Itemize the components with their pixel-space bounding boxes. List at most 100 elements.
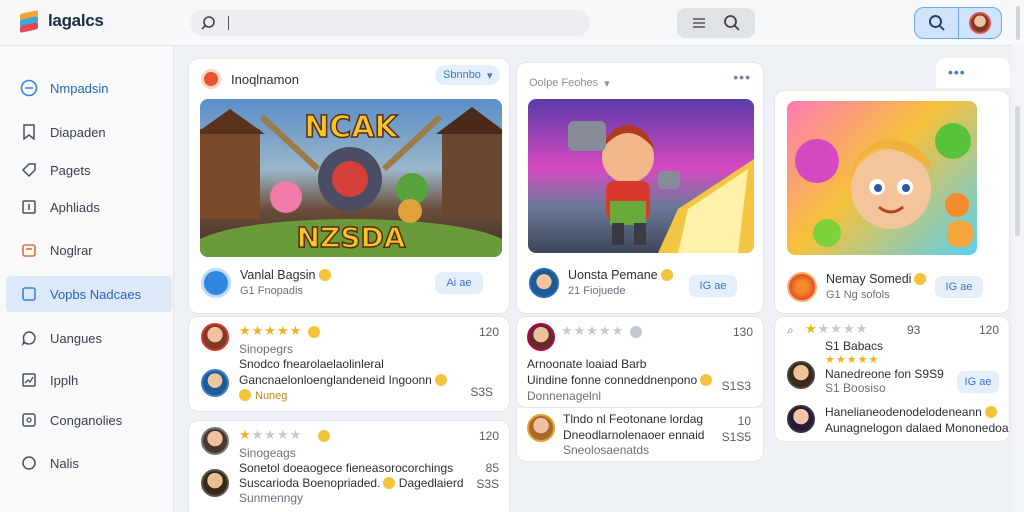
review-card[interactable]: ⌕ ★★★★★ 93 120 S1 Babacs ★★★★★ Nanedreon…: [774, 316, 1010, 442]
review-text: Nanedreone fon S9S9: [825, 367, 944, 381]
game-banner-image[interactable]: [787, 101, 977, 255]
scrollbar[interactable]: [1012, 0, 1024, 46]
review-count: 120: [478, 429, 499, 443]
review-tag: Nuneg: [239, 389, 287, 402]
sidebar-item-label: Aphliads: [50, 199, 100, 215]
review-side-count: 85: [485, 461, 499, 475]
review-author: S1 Babacs: [825, 339, 884, 353]
toolbar-group: [677, 8, 755, 38]
app-subtitle: G1 Fnopadis: [240, 285, 303, 297]
sidebar-item-list[interactable]: Conganolies: [6, 402, 172, 438]
sidebar-item-label: Nmpadsin: [50, 80, 109, 96]
app-row: Nemay Somedi G1 Ng sofols IG ae: [787, 267, 997, 307]
apps-icon: [20, 198, 38, 216]
review-text: Snodco fnearolaelaolinleral: [239, 357, 384, 371]
sidebar-item-label: Diapaden: [50, 124, 106, 140]
avatar: [787, 361, 815, 389]
review-text: Donnenagelnl: [527, 389, 602, 403]
search-icon: ⌕: [787, 323, 794, 337]
app-title: lagalcs: [48, 11, 104, 30]
more-icon[interactable]: •••: [948, 64, 966, 80]
search-button[interactable]: [915, 8, 958, 38]
install-button[interactable]: IG ae: [689, 275, 737, 297]
app-meta: Uonsta Pemane 21 Fiojuede: [568, 267, 673, 299]
avatar: [201, 369, 229, 397]
sidebar-item-label: Conganolies: [50, 412, 123, 428]
app-row: Uonsta Pemane 21 Fiojuede IG ae: [529, 263, 751, 303]
card-title: Oolpe Feohes: [529, 77, 599, 89]
game-banner-subtitle: NZSDA: [297, 221, 406, 254]
review-text: Dneodlarnolenaoer ennaid: [563, 428, 705, 442]
avatar: [201, 323, 229, 351]
rating-stars: ★★★★★: [239, 427, 303, 442]
profile-button[interactable]: [958, 8, 1001, 38]
filter-icon[interactable]: [691, 16, 707, 30]
review-text: Hanelianeodenodelodeneann: [825, 405, 997, 419]
chevron-down-icon: ▾: [486, 69, 493, 82]
review-count: 120: [978, 323, 999, 337]
app-subtitle: G1 Ng sofols: [826, 289, 890, 301]
review-text: Sneolosaenatds: [563, 443, 650, 457]
app-name: Uonsta Pemane: [568, 268, 658, 282]
review-side-count: S3S: [476, 477, 499, 491]
featured-card[interactable]: Inoqlnamon Sbnnbo ▾ NCAK NZSDA Vanlal Ba…: [188, 58, 510, 314]
sidebar-item-label: Nalis: [50, 455, 79, 471]
rating-stars: ★★★★★: [825, 354, 880, 366]
source-icon: [201, 69, 221, 89]
sidebar-item-bookmarks[interactable]: Diapaden: [6, 114, 172, 150]
avatar: [527, 414, 555, 442]
featured-card[interactable]: Nemay Somedi G1 Ng sofols IG ae: [774, 90, 1010, 314]
app-icon: [201, 268, 231, 298]
tag-icon: [20, 161, 38, 179]
search-input[interactable]: [190, 10, 590, 36]
emoji-icon: [318, 430, 330, 442]
sidebar-item-globe[interactable]: Nalis: [6, 445, 172, 481]
review-card[interactable]: ★★★★★ 130 Arnoonate loaiad Barb Uindine …: [516, 316, 764, 408]
sidebar-item-chart[interactable]: Ipplh: [6, 362, 172, 398]
review-card[interactable]: ★★★★★ 120 Sinogeags Sonetol doeaogece fi…: [188, 420, 510, 512]
rating-stars: ★★★★★: [239, 323, 303, 338]
sidebar-item-tags[interactable]: Pagets: [6, 152, 172, 188]
install-button[interactable]: IG ae: [957, 371, 999, 393]
filter-dropdown[interactable]: Sbnnbo ▾: [435, 65, 501, 85]
game-banner-image[interactable]: [528, 99, 754, 253]
scrollbar-thumb[interactable]: [1015, 106, 1020, 236]
scrollbar[interactable]: [1012, 46, 1024, 512]
app-meta: Vanlal Bagsin G1 Fnopadis: [240, 267, 331, 299]
sidebar-item-home[interactable]: Nmpadsin: [6, 70, 172, 106]
review-text: Aunagnelogon dalaed Mononedoanly: [825, 421, 1010, 435]
list-icon: [20, 411, 38, 429]
search-icon: [201, 16, 215, 30]
install-button[interactable]: Ai ae: [435, 272, 483, 294]
app-logo[interactable]: lagalcs: [18, 10, 104, 33]
featured-card[interactable]: Oolpe Feohes ▾ ••• Uonsta Pemane 21 Fioj…: [516, 62, 764, 314]
rating-stars: ★★★★★: [561, 323, 625, 338]
emoji-icon: [660, 269, 673, 281]
sidebar-item-calendar[interactable]: Noglrar: [6, 232, 172, 268]
app-subtitle: 21 Fiojuede: [568, 285, 626, 297]
bookmark-icon: [20, 123, 38, 141]
sidebar-item-chat[interactable]: Uangues: [6, 320, 172, 356]
sidebar-item-apps[interactable]: Aphliads: [6, 189, 172, 225]
review-author: Sinogeags: [239, 446, 296, 460]
search-icon[interactable]: [723, 14, 741, 32]
review-card[interactable]: ★★★★★ 120 Sinopegrs Snodco fnearolaelaol…: [188, 316, 510, 412]
game-banner-image[interactable]: NCAK NZSDA: [200, 99, 502, 257]
sidebar-item-label: Pagets: [50, 162, 91, 178]
avatar: [787, 405, 815, 433]
emoji-icon: [383, 477, 396, 489]
sidebar-item-label: Noglrar: [50, 242, 93, 258]
sidebar-item-folders[interactable]: Vopbs Nadcaes: [6, 276, 172, 312]
review-card[interactable]: Tlndo nl Feotonane lordag Dneodlarnolena…: [516, 408, 764, 462]
emoji-icon: [434, 374, 447, 386]
more-icon[interactable]: •••: [733, 69, 751, 85]
app-icon: [529, 268, 559, 298]
avatar: [969, 12, 991, 34]
card-header[interactable]: Oolpe Feohes ▾: [529, 71, 751, 95]
review-text: Sonetol doeaogece fieneasorocorchings: [239, 461, 454, 475]
review-count: 120: [478, 325, 499, 339]
chat-icon: [20, 329, 38, 347]
avatar: [201, 427, 229, 455]
emoji-icon: [308, 326, 320, 338]
install-button[interactable]: IG ae: [935, 276, 983, 298]
